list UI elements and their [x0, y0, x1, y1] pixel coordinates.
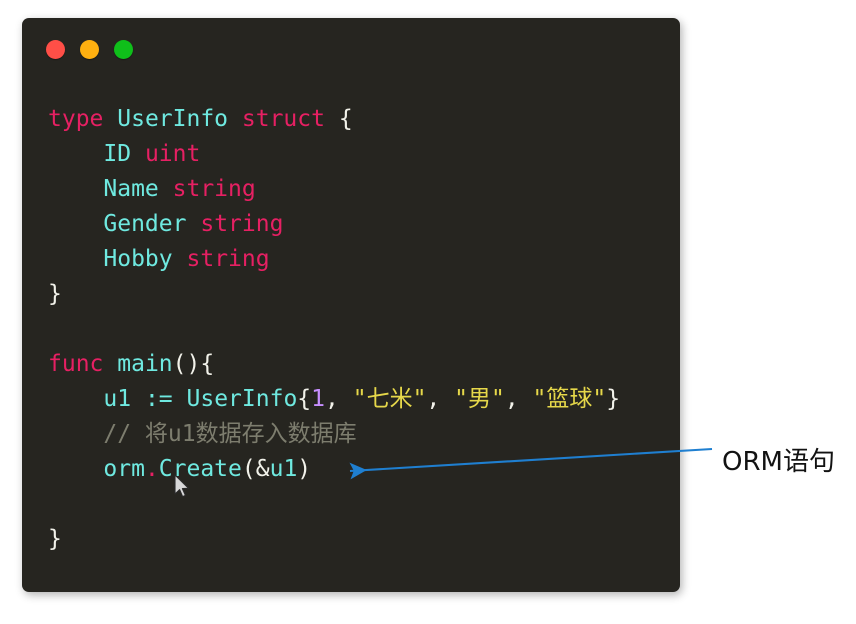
code-token: Hobby [103, 246, 173, 272]
annotation-label: ORM语句 [722, 447, 835, 477]
maximize-button[interactable] [114, 40, 133, 59]
code-token: (){ [172, 351, 215, 377]
code-token: { [324, 106, 353, 132]
code-token: type [48, 106, 104, 132]
code-token: orm [103, 456, 145, 482]
code-line: } [48, 277, 670, 312]
code-token: u1 [269, 456, 298, 482]
code-token: "七米" [352, 386, 427, 412]
code-token: UserInfo [186, 386, 298, 412]
code-token: string [172, 176, 256, 202]
code-token: func [48, 351, 104, 377]
code-token: { [297, 386, 312, 412]
code-token: } [48, 526, 62, 552]
code-token: struct [241, 106, 325, 132]
code-token: } [606, 386, 621, 412]
code-token: main [117, 351, 173, 377]
code-line: } [48, 522, 670, 557]
code-editor-window: type UserInfo struct { ID uint Name stri… [22, 18, 680, 592]
code-token: , [504, 386, 533, 412]
code-token: "男" [454, 386, 505, 412]
code-token: string [200, 211, 284, 237]
code-token: . [144, 456, 159, 482]
code-token: string [186, 246, 270, 272]
code-line: ID uint [48, 137, 670, 172]
code-token: u1 [103, 386, 132, 412]
close-button[interactable] [46, 40, 65, 59]
code-token: ) [297, 456, 312, 482]
mouse-pointer-icon [174, 474, 190, 498]
code-token: Name [103, 176, 159, 202]
code-line: Name string [48, 172, 670, 207]
code-line: orm.Create(&u1) [48, 452, 670, 487]
code-line: Hobby string [48, 242, 670, 277]
code-token: , [426, 386, 455, 412]
code-token: , [325, 386, 353, 412]
code-token: Gender [103, 211, 187, 237]
code-line: u1 := UserInfo{1, "七米", "男", "篮球"} [48, 382, 670, 417]
code-line: // 将u1数据存入数据库 [48, 417, 670, 452]
code-token: "篮球" [532, 386, 607, 412]
code-token: uint [144, 141, 201, 167]
code-token: } [48, 281, 62, 307]
code-token: ID [103, 141, 132, 167]
code-line: Gender string [48, 207, 670, 242]
code-line: type UserInfo struct { [48, 102, 670, 137]
window-controls [46, 40, 133, 59]
code-block[interactable]: type UserInfo struct { ID uint Name stri… [48, 102, 670, 557]
code-token: // 将u1数据存入数据库 [103, 421, 357, 447]
code-token: := [144, 386, 173, 412]
code-token: 1 [311, 386, 326, 412]
code-line: func main(){ [48, 347, 670, 382]
minimize-button[interactable] [80, 40, 99, 59]
code-token: (& [241, 456, 270, 482]
code-token: UserInfo [117, 106, 229, 132]
code-token: Create [158, 456, 242, 482]
